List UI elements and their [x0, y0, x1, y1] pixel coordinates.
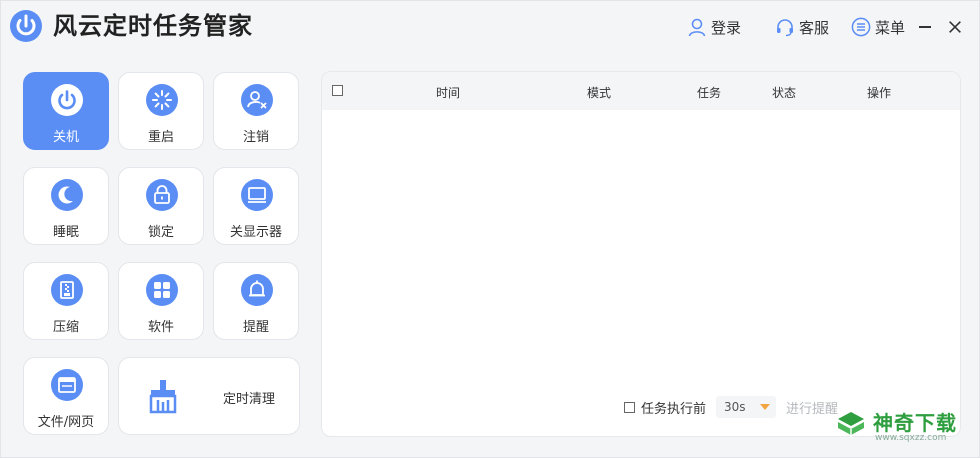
minimize-button[interactable] — [919, 15, 933, 39]
menu-list-icon — [851, 17, 871, 37]
login-label: 登录 — [711, 18, 742, 37]
tile-label: 提醒 — [242, 320, 269, 335]
chevron-down-icon — [760, 404, 771, 410]
tile-label: 定时清理 — [222, 392, 275, 407]
column-task[interactable]: 任务 — [697, 84, 721, 101]
bell-icon — [241, 274, 273, 306]
column-actions[interactable]: 操作 — [867, 84, 891, 101]
user-icon — [688, 18, 706, 37]
tile-label: 压缩 — [52, 320, 79, 335]
tile-label: 文件/网页 — [37, 415, 95, 430]
app-window: 风云定时任务管家 登录 客服 菜单 关机 重启 注销 睡眠 锁定 关显示器 压缩… — [0, 0, 980, 458]
restart-icon — [146, 84, 178, 116]
tile-software[interactable]: 软件 — [118, 262, 204, 340]
tile-label: 软件 — [147, 320, 174, 335]
tile-label: 注销 — [242, 130, 269, 145]
logout-user-icon — [241, 84, 273, 116]
archive-icon — [51, 274, 83, 306]
login-button[interactable]: 登录 — [687, 15, 741, 39]
reminder-options: 任务执行前 30s 进行提醒 — [624, 396, 838, 418]
tile-file-webpage[interactable]: 文件/网页 — [23, 357, 109, 435]
headset-icon — [777, 19, 793, 37]
service-label: 客服 — [799, 18, 830, 37]
tile-restart[interactable]: 重启 — [118, 72, 204, 150]
tile-label: 关机 — [52, 130, 79, 145]
table-header: 时间 模式 任务 状态 操作 — [322, 72, 960, 110]
close-button[interactable] — [947, 15, 965, 39]
close-icon — [949, 21, 961, 33]
watermark-url: www.sqxzz.com — [875, 433, 947, 443]
customer-service-button[interactable]: 客服 — [775, 15, 829, 39]
tile-logout[interactable]: 注销 — [213, 72, 299, 150]
column-time[interactable]: 时间 — [436, 84, 460, 101]
lock-icon — [146, 179, 178, 211]
tile-lock[interactable]: 锁定 — [118, 167, 204, 245]
monitor-icon — [241, 179, 273, 211]
watermark-logo-icon — [838, 412, 864, 438]
tile-label: 重启 — [147, 130, 174, 145]
select-all-checkbox[interactable] — [332, 85, 343, 96]
column-status[interactable]: 状态 — [772, 84, 796, 101]
watermark: 神奇下载 www.sqxzz.com — [829, 405, 979, 455]
pre-task-label: 任务执行前 — [641, 401, 707, 417]
tile-reminder[interactable]: 提醒 — [213, 262, 299, 340]
menu-label: 菜单 — [875, 18, 906, 37]
reminder-delay-value: 30s — [724, 400, 746, 414]
tile-label: 睡眠 — [52, 225, 79, 240]
tile-label: 锁定 — [147, 225, 174, 240]
tile-monitor-off[interactable]: 关显示器 — [213, 167, 299, 245]
pre-task-reminder-checkbox[interactable] — [624, 401, 635, 413]
title-bar: 风云定时任务管家 登录 客服 菜单 — [1, 1, 979, 57]
tile-compress[interactable]: 压缩 — [23, 262, 109, 340]
apps-icon — [146, 274, 178, 306]
power-icon — [51, 84, 83, 116]
moon-icon — [51, 179, 83, 211]
task-list-panel: 时间 模式 任务 状态 操作 任务执行前 30s 进行提醒 — [321, 71, 961, 437]
app-logo-power-icon — [10, 10, 42, 42]
app-title: 风云定时任务管家 — [53, 12, 253, 40]
tile-sleep[interactable]: 睡眠 — [23, 167, 109, 245]
broom-icon — [149, 380, 177, 414]
reminder-delay-select[interactable]: 30s — [716, 396, 777, 418]
tile-label: 关显示器 — [229, 225, 282, 240]
tile-shutdown[interactable]: 关机 — [23, 72, 109, 150]
browser-icon — [51, 369, 83, 401]
menu-button[interactable]: 菜单 — [851, 15, 905, 39]
tile-scheduled-cleanup[interactable]: 定时清理 — [118, 357, 300, 435]
watermark-text: 神奇下载 — [873, 411, 957, 435]
minimize-icon — [919, 26, 931, 28]
column-mode[interactable]: 模式 — [587, 84, 611, 101]
